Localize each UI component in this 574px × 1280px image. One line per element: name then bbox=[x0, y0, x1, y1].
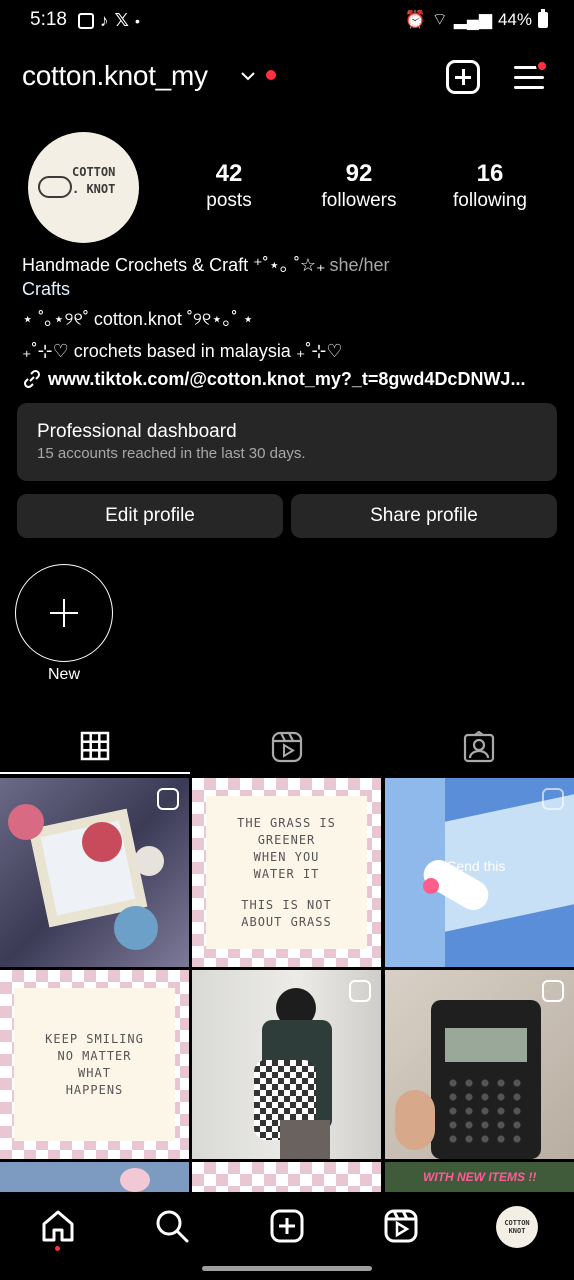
profile-category: Crafts bbox=[22, 279, 71, 299]
menu-button[interactable] bbox=[514, 60, 548, 92]
home-notification-dot bbox=[55, 1246, 60, 1251]
post-caption: WITH NEW ITEMS !! bbox=[423, 1170, 537, 1184]
edit-profile-button[interactable]: Edit profile bbox=[17, 494, 283, 538]
create-icon[interactable] bbox=[269, 1208, 305, 1244]
post-tile[interactable]: THE GRASS IS GREENER WHEN YOU WATER IT T… bbox=[192, 778, 381, 967]
menu-notification-dot bbox=[536, 60, 548, 72]
video-caption: Send this bbox=[447, 858, 506, 874]
reels-nav-icon[interactable] bbox=[383, 1208, 419, 1244]
account-switcher[interactable]: cotton.knot_my bbox=[22, 60, 208, 92]
dot-icon: • bbox=[135, 12, 140, 29]
alarm-icon: ⏰ bbox=[404, 9, 426, 29]
profile-nav-avatar[interactable]: COTTON KNOT bbox=[496, 1206, 538, 1248]
battery-icon bbox=[538, 8, 548, 28]
reels-icon bbox=[542, 788, 564, 810]
wifi-icon: ⌔ bbox=[431, 10, 448, 29]
bio-line-2: ₊˚⊹♡ crochets based in malaysia ₊˚⊹♡ bbox=[22, 341, 343, 361]
reels-icon bbox=[349, 980, 371, 1002]
profile-tabs bbox=[0, 720, 574, 774]
status-time: 5:18 bbox=[30, 9, 67, 30]
new-highlight-button[interactable] bbox=[15, 564, 113, 662]
pronouns: she/her bbox=[329, 255, 390, 275]
share-profile-button[interactable]: Share profile bbox=[291, 494, 557, 538]
post-tile[interactable] bbox=[385, 970, 574, 1159]
post-tile[interactable]: KEEP SMILING NO MATTER WHAT HAPPENS bbox=[0, 970, 189, 1159]
battery-text: 44% bbox=[497, 9, 532, 29]
quote-card: KEEP SMILING NO MATTER WHAT HAPPENS bbox=[14, 988, 175, 1141]
x-icon: 𝕏 bbox=[114, 10, 130, 30]
tab-tagged[interactable] bbox=[384, 720, 574, 774]
reels-icon bbox=[271, 731, 303, 763]
link-icon bbox=[23, 369, 41, 389]
tagged-icon bbox=[463, 731, 495, 763]
post-tile[interactable]: WITH NEW ITEMS !! bbox=[385, 1162, 574, 1192]
notification-dot bbox=[266, 70, 276, 80]
reels-icon bbox=[157, 788, 179, 810]
gesture-bar[interactable] bbox=[202, 1266, 372, 1271]
profile-bio: Handmade Crochets & Craft ⁺˚⋆｡ ˚☆₊ she/he… bbox=[22, 253, 552, 391]
bio-link[interactable]: www.tiktok.com/@cotton.knot_my?_t=8gwd4D… bbox=[22, 367, 552, 391]
profile-header: cotton.knot_my bbox=[0, 56, 574, 100]
bottom-navigation: COTTON KNOT bbox=[0, 1192, 574, 1262]
tiktok-icon: ♪ bbox=[100, 10, 109, 30]
profile-avatar[interactable]: COTTON . KNOT bbox=[28, 132, 139, 243]
calculator-image bbox=[431, 1000, 541, 1159]
status-bar: 5:18 ♪ 𝕏 • ⏰ ⌔ ▂▄▆ 44% bbox=[0, 0, 574, 40]
search-icon[interactable] bbox=[154, 1208, 190, 1244]
status-left-icons: ♪ 𝕏 • bbox=[78, 10, 140, 31]
status-right-icons: ⏰ ⌔ ▂▄▆ 44% bbox=[404, 8, 548, 30]
profile-name: Handmade Crochets & Craft ⁺˚⋆｡ ˚☆₊ bbox=[22, 255, 326, 275]
following-stat[interactable]: 16 following bbox=[425, 160, 555, 212]
post-tile[interactable]: Send this bbox=[385, 778, 574, 967]
tab-reels[interactable] bbox=[192, 720, 382, 774]
professional-dashboard[interactable]: Professional dashboard 15 accounts reach… bbox=[17, 403, 557, 481]
reels-icon bbox=[542, 980, 564, 1002]
grid-icon bbox=[80, 731, 110, 761]
post-tile[interactable] bbox=[192, 1162, 381, 1192]
home-icon[interactable] bbox=[40, 1208, 76, 1244]
post-tile[interactable] bbox=[0, 1162, 189, 1192]
new-highlight-label: New bbox=[47, 666, 80, 683]
followers-stat[interactable]: 92 followers bbox=[294, 160, 424, 212]
bio-line-1: ⋆ ˚｡⋆୨୧˚ cotton.knot ˚୨୧⋆｡˚ ⋆ bbox=[22, 309, 254, 329]
posts-stat[interactable]: 42 posts bbox=[164, 160, 294, 212]
post-tile[interactable] bbox=[0, 778, 189, 967]
yarn-logo-icon bbox=[38, 176, 72, 198]
chevron-down-icon[interactable] bbox=[240, 68, 256, 84]
gallery-icon bbox=[78, 12, 94, 29]
quote-card: THE GRASS IS GREENER WHEN YOU WATER IT T… bbox=[206, 796, 367, 949]
tab-grid[interactable] bbox=[0, 720, 190, 774]
post-tile[interactable] bbox=[192, 970, 381, 1159]
signal-icon: ▂▄▆ bbox=[453, 9, 492, 29]
create-post-button[interactable] bbox=[446, 60, 480, 94]
